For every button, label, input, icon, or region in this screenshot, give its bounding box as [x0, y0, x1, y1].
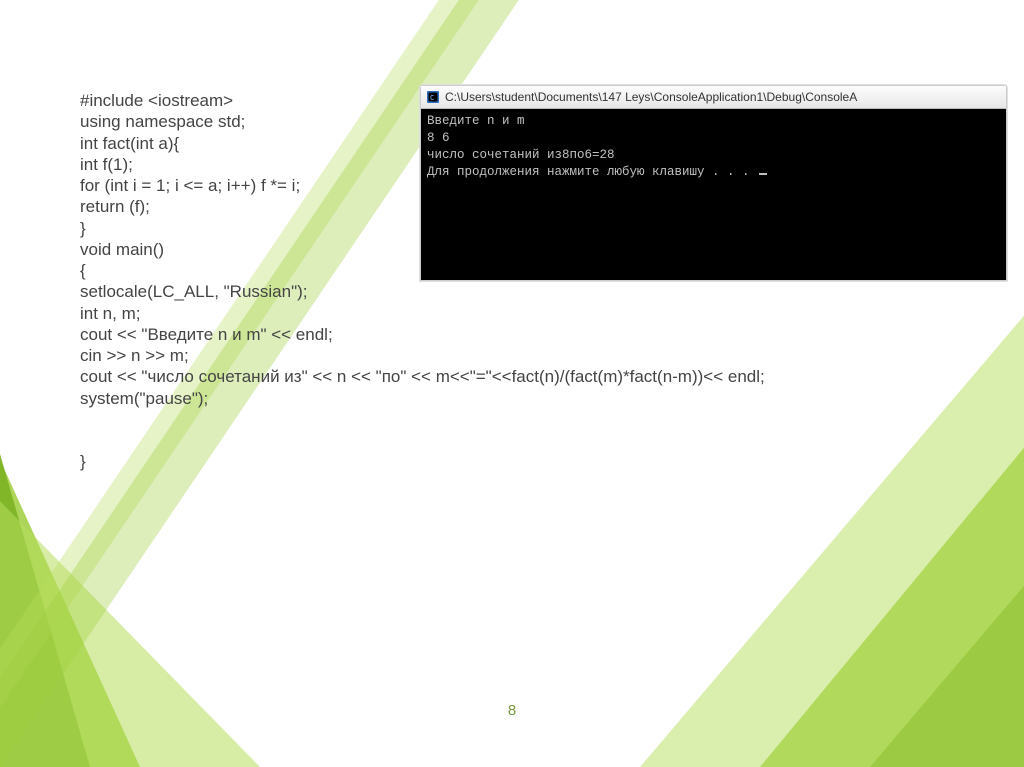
code-line: #include <iostream> [80, 91, 233, 110]
code-line: int fact(int a){ [80, 134, 179, 153]
console-line: Для продолжения нажмите любую клавишу . … [427, 165, 757, 179]
code-line: setlocale(LC_ALL, "Russian"); [80, 282, 308, 301]
code-line: for (int i = 1; i <= a; i++) f *= i; [80, 176, 300, 195]
code-line: return (f); [80, 197, 150, 216]
code-line: cout << "число сочетаний из" << n << "по… [80, 367, 765, 386]
code-line: } [80, 452, 86, 471]
console-line: Введите n и m [427, 114, 525, 128]
svg-text:C: C [430, 94, 434, 102]
cpp-console-icon: C [426, 90, 440, 104]
console-window: C C:\Users\student\Documents\147 Leys\Co… [420, 85, 1007, 281]
console-output: Введите n и m 8 6 число сочетаний из8по6… [421, 109, 1006, 280]
console-title: C:\Users\student\Documents\147 Leys\Cons… [445, 90, 1006, 104]
console-titlebar: C C:\Users\student\Documents\147 Leys\Co… [421, 86, 1006, 109]
code-line: void main() [80, 240, 164, 259]
page-number: 8 [0, 702, 1024, 719]
slide-page: #include <iostream> using namespace std;… [0, 0, 1024, 767]
console-line: число сочетаний из8по6=28 [427, 148, 615, 162]
code-line: cin >> n >> m; [80, 346, 189, 365]
console-cursor [759, 173, 767, 175]
code-line: using namespace std; [80, 112, 245, 131]
code-line: int f(1); [80, 155, 133, 174]
code-line: { [80, 261, 86, 280]
code-line: system("pause"); [80, 389, 208, 408]
code-line: cout << "Введите n и m" << endl; [80, 325, 333, 344]
code-line: } [80, 219, 86, 238]
console-line: 8 6 [427, 131, 450, 145]
code-line: int n, m; [80, 304, 140, 323]
